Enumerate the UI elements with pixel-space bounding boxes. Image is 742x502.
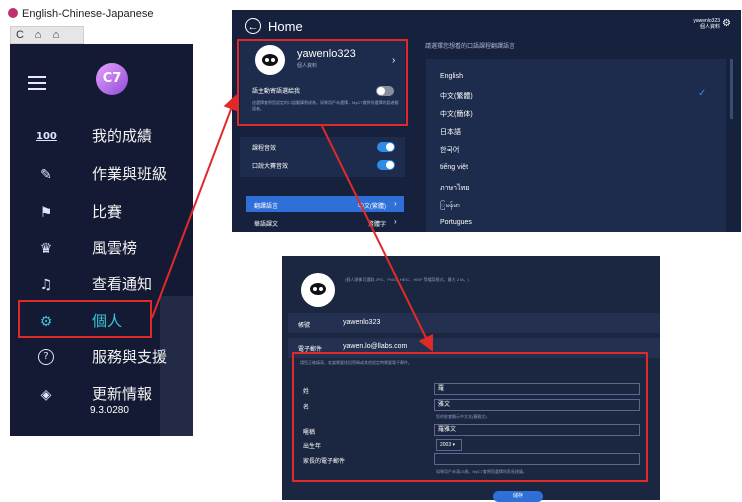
annotation-arrows	[151, 94, 434, 352]
arrow-to-form	[321, 125, 434, 352]
arrow-to-profile	[151, 94, 239, 319]
